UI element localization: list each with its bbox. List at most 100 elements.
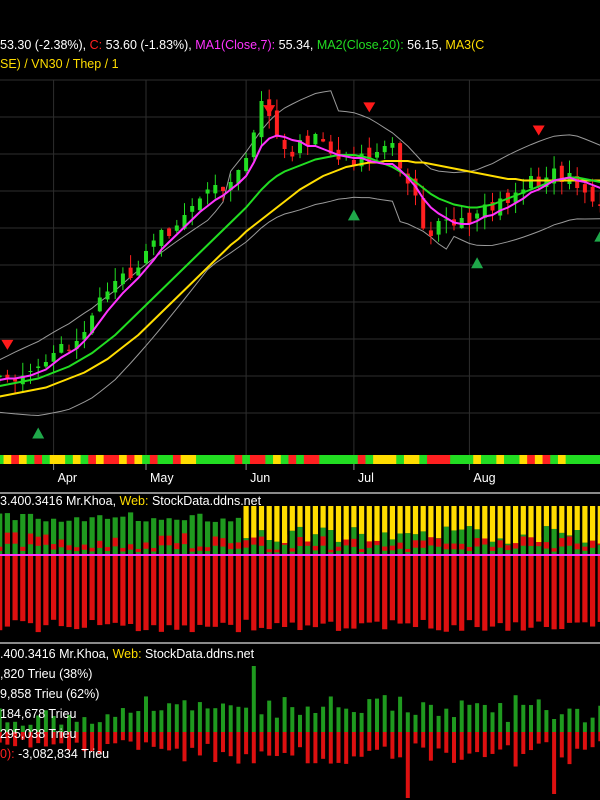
volume-red-bar xyxy=(412,555,419,628)
volume-yellow-bar xyxy=(320,506,326,528)
volume-red-overlay xyxy=(328,549,334,553)
candle-body xyxy=(582,184,587,193)
flow-outflow-bar xyxy=(120,732,125,741)
candle-body xyxy=(290,151,295,157)
flow-inflow-bar xyxy=(282,697,287,732)
flow-outflow-bar xyxy=(405,732,410,798)
candle-body xyxy=(221,186,225,191)
flow-outflow-bar xyxy=(421,732,426,748)
month-label: Apr xyxy=(58,471,77,485)
flow-inflow-bar xyxy=(120,708,125,732)
close-change: 53.30 (-2.38%), xyxy=(0,38,90,52)
c-label: C: xyxy=(89,38,106,52)
volume-red-bar xyxy=(443,555,449,632)
flow-outflow-bar xyxy=(567,732,572,765)
volume-red-overlay xyxy=(543,542,549,549)
volume-yellow-bar xyxy=(513,506,519,544)
flow-outflow-bar xyxy=(190,732,195,748)
price-chart: Apr May Jun Jul Aug xyxy=(0,79,600,485)
volume-red-bar xyxy=(520,555,526,631)
candle-body xyxy=(382,146,387,153)
status-strip-cell xyxy=(34,455,43,464)
flow-inflow-bar xyxy=(590,717,595,732)
volume-red-overlay xyxy=(459,543,465,550)
volume-red-bar xyxy=(228,555,234,625)
volume-red-bar xyxy=(35,555,41,633)
candle-body xyxy=(43,362,48,367)
flow-inflow-bar xyxy=(413,714,418,732)
volume-red-bar xyxy=(20,555,26,622)
flow-inflow-bar xyxy=(475,703,480,732)
status-strip-cell xyxy=(480,455,490,464)
volume-yellow-bar xyxy=(343,506,349,540)
volume-green-bar xyxy=(58,521,64,555)
volume-red-bar xyxy=(104,555,111,625)
status-strip-cell xyxy=(265,455,274,464)
flow-inflow-bar xyxy=(174,704,179,732)
status-strip-cell xyxy=(126,455,135,464)
status-strip-cell xyxy=(403,455,413,464)
volume-green-bar xyxy=(174,519,180,555)
candle-body xyxy=(398,143,403,169)
volume-red-overlay xyxy=(12,532,18,544)
volume-chart xyxy=(0,506,600,633)
volume-yellow-bar xyxy=(359,506,365,534)
volume-yellow-bar xyxy=(528,506,534,538)
candle-body xyxy=(0,375,2,378)
volume-red-bar xyxy=(205,555,211,627)
volume-red-overlay xyxy=(112,537,118,547)
flow-outflow-bar xyxy=(536,732,541,744)
status-strip-cell xyxy=(0,455,5,464)
volume-red-bar xyxy=(251,555,257,631)
volume-red-overlay xyxy=(212,536,218,546)
status-strip-cell xyxy=(188,455,197,464)
volume-red-overlay xyxy=(174,543,180,550)
flow-inflow-bar xyxy=(459,700,464,732)
flow-inflow-bar xyxy=(190,710,195,732)
flow-inflow-bar xyxy=(221,703,225,732)
volume-red-overlay xyxy=(474,538,480,547)
flow-inflow-bar xyxy=(151,710,156,732)
flow-outflow-bar xyxy=(367,732,372,751)
volume-yellow-bar xyxy=(482,506,488,539)
flow-inflow-bar xyxy=(182,700,187,732)
flow-line-4-text: 295,038 Trieu xyxy=(0,727,77,741)
flow-outflow-bar xyxy=(490,732,495,754)
volume-red-overlay xyxy=(274,549,280,553)
status-strip-cell xyxy=(257,455,266,464)
candle-body xyxy=(321,139,326,142)
ma3-label: MA3(C xyxy=(445,38,485,52)
volume-red-overlay xyxy=(351,538,357,547)
status-strip-cell xyxy=(504,455,513,464)
flow-outflow-bar xyxy=(144,732,148,743)
volume-red-overlay xyxy=(158,535,164,546)
candle-body xyxy=(467,212,472,224)
flow-outflow-bar xyxy=(236,732,241,764)
flow-outflow-bar xyxy=(359,732,364,757)
status-strip-cell xyxy=(457,455,467,464)
flow-inflow-bar xyxy=(529,705,533,732)
volume-yellow-bar xyxy=(305,506,311,542)
status-strip-cell xyxy=(242,455,251,464)
volume-red-overlay xyxy=(166,535,172,546)
volume-red-bar xyxy=(351,555,357,629)
volume-red-overlay xyxy=(89,547,95,552)
volume-red-bar xyxy=(574,555,580,623)
flow-outflow-bar xyxy=(390,732,395,759)
status-strip-cell xyxy=(211,455,220,464)
candle-body xyxy=(259,101,264,138)
volume-red-bar xyxy=(305,555,311,626)
flow-outflow-bar xyxy=(559,732,564,758)
flow-outflow-bar xyxy=(529,732,533,751)
flow-outflow-bar xyxy=(113,732,118,744)
candle-body xyxy=(144,251,148,264)
flow-inflow-bar xyxy=(398,696,403,732)
status-strip-cell xyxy=(311,455,320,464)
flow-outflow-bar xyxy=(467,732,472,754)
volume-red-overlay xyxy=(335,546,342,551)
status-strip-cell xyxy=(550,455,559,464)
volume-red-bar xyxy=(282,555,288,627)
volume-red-bar xyxy=(513,555,519,623)
status-strip-cell xyxy=(488,455,497,464)
candle-body xyxy=(190,206,195,212)
